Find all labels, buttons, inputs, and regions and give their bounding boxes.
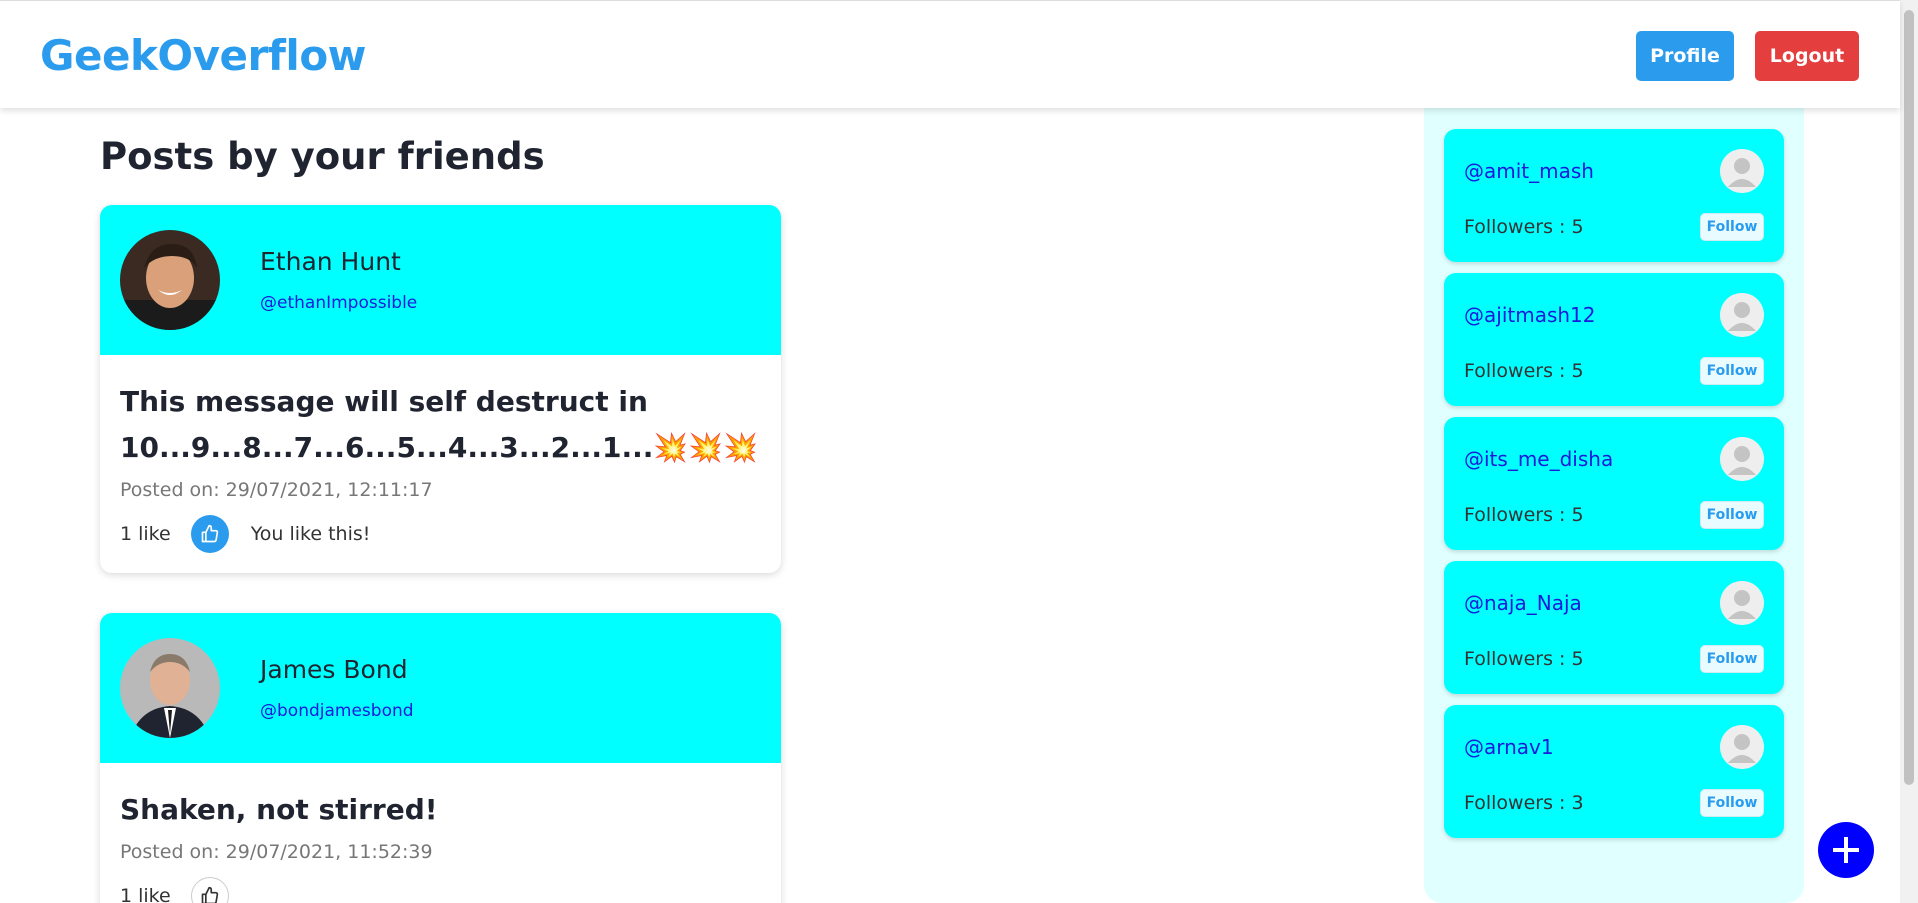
author-handle[interactable]: @ethanImpossible — [260, 293, 417, 313]
follow-button[interactable]: Follow — [1700, 357, 1764, 385]
post-header: James Bond @bondjamesbond — [100, 613, 781, 763]
post-actions: 1 like You like this! — [120, 515, 761, 553]
author-name[interactable]: James Bond — [260, 655, 408, 684]
author-name[interactable]: Ethan Hunt — [260, 247, 401, 276]
user-card: @arnav1 Followers : 3 Follow — [1444, 705, 1784, 838]
follow-button[interactable]: Follow — [1700, 501, 1764, 529]
logout-button[interactable]: Logout — [1755, 31, 1859, 81]
like-button[interactable] — [190, 877, 229, 903]
user-handle[interactable]: @naja_Naja — [1464, 591, 1582, 615]
author-handle[interactable]: @bondjamesbond — [260, 701, 414, 721]
like-button[interactable] — [190, 515, 229, 553]
scrollbar-thumb[interactable] — [1904, 10, 1914, 785]
post-header: Ethan Hunt @ethanImpossible — [100, 205, 781, 355]
post-actions: 1 like — [120, 877, 761, 903]
user-handle[interactable]: @its_me_disha — [1464, 447, 1613, 471]
user-avatar-icon — [1720, 437, 1764, 481]
post-date: Posted on: 29/07/2021, 12:11:17 — [120, 479, 433, 501]
user-avatar-icon — [1720, 293, 1764, 337]
like-count: 1 like — [120, 523, 171, 545]
post-body: Shaken, not stirred! Posted on: 29/07/20… — [100, 763, 781, 903]
user-avatar-icon — [1720, 581, 1764, 625]
follow-button[interactable]: Follow — [1700, 789, 1764, 817]
follow-button[interactable]: Follow — [1700, 213, 1764, 241]
suggested-users-panel[interactable]: @amit_mash Followers : 5 Follow @ajitmas… — [1424, 108, 1804, 903]
followers-count: Followers : 3 — [1464, 792, 1584, 814]
vertical-scrollbar[interactable] — [1900, 0, 1918, 903]
plus-icon — [1833, 837, 1859, 863]
user-card: @its_me_disha Followers : 5 Follow — [1444, 417, 1784, 550]
user-handle[interactable]: @amit_mash — [1464, 159, 1594, 183]
user-card: @amit_mash Followers : 5 Follow — [1444, 129, 1784, 262]
user-card: @naja_Naja Followers : 5 Follow — [1444, 561, 1784, 694]
thumbs-up-icon — [201, 524, 218, 543]
user-card: @ajitmash12 Followers : 5 Follow — [1444, 273, 1784, 406]
post-card: James Bond @bondjamesbond Shaken, not st… — [100, 613, 781, 903]
like-count: 1 like — [120, 885, 171, 903]
follow-button[interactable]: Follow — [1700, 645, 1764, 673]
followers-count: Followers : 5 — [1464, 216, 1584, 238]
user-avatar-icon — [1720, 149, 1764, 193]
add-post-button[interactable] — [1818, 822, 1874, 878]
post-card: Ethan Hunt @ethanImpossible This message… — [100, 205, 781, 573]
like-message: You like this! — [250, 523, 371, 545]
post-body: This message will self destruct in 10...… — [100, 355, 781, 573]
profile-button[interactable]: Profile — [1636, 31, 1734, 81]
user-handle[interactable]: @ajitmash12 — [1464, 303, 1596, 327]
thumbs-up-icon — [201, 886, 218, 903]
followers-count: Followers : 5 — [1464, 360, 1584, 382]
user-handle[interactable]: @arnav1 — [1464, 735, 1554, 759]
post-text: This message will self destruct in 10...… — [120, 385, 758, 464]
followers-count: Followers : 5 — [1464, 648, 1584, 670]
author-avatar[interactable] — [120, 638, 220, 738]
post-text: Shaken, not stirred! — [120, 793, 438, 826]
user-avatar-icon — [1720, 725, 1764, 769]
author-avatar[interactable] — [120, 230, 220, 330]
brand-logo[interactable]: GeekOverflow — [40, 31, 366, 80]
top-navbar: GeekOverflow Profile Logout — [0, 0, 1900, 108]
page-title: Posts by your friends — [100, 135, 545, 178]
followers-count: Followers : 5 — [1464, 504, 1584, 526]
post-date: Posted on: 29/07/2021, 11:52:39 — [120, 841, 433, 863]
